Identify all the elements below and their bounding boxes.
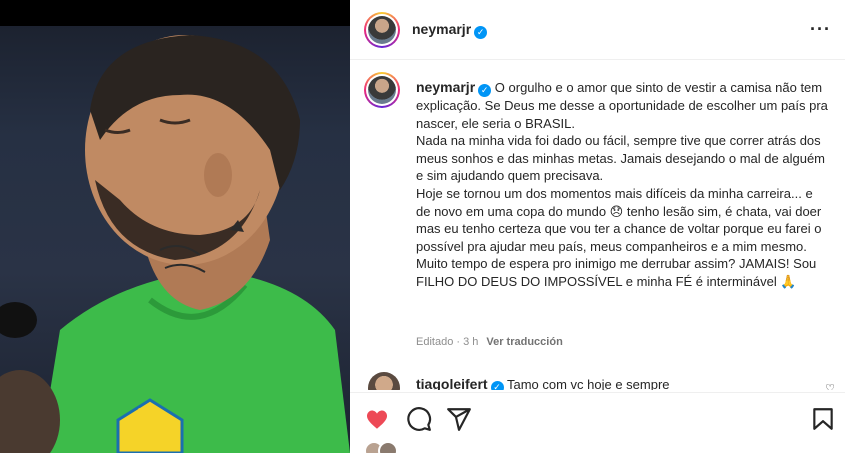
post-header: neymarjr ✓ ··· bbox=[350, 0, 845, 60]
player-illustration bbox=[0, 35, 350, 453]
verified-badge-icon: ✓ bbox=[474, 26, 488, 39]
caption-paragraph-2: Nada na minha vida foi dado ou fácil, se… bbox=[416, 133, 825, 184]
author-name-row: neymarjr ✓ bbox=[412, 21, 488, 39]
caption-author-avatar[interactable] bbox=[364, 72, 400, 108]
see-translation-link[interactable]: Ver traducción bbox=[486, 336, 562, 348]
caption-text: neymarjr ✓ O orgulho e o amor que sinto d… bbox=[416, 79, 828, 291]
comment-avatar[interactable] bbox=[368, 372, 400, 390]
post-caption: neymarjr ✓ O orgulho e o amor que sinto d… bbox=[350, 60, 845, 360]
comment-icon[interactable] bbox=[406, 406, 432, 432]
heart-icon[interactable] bbox=[364, 406, 390, 432]
post-photo[interactable] bbox=[0, 0, 350, 453]
author-avatar[interactable] bbox=[364, 12, 400, 48]
liker-avatar bbox=[378, 441, 398, 453]
caption-username[interactable]: neymarjr bbox=[416, 79, 475, 95]
caption-meta: Editado · 3 h Ver traducción bbox=[416, 336, 563, 348]
edited-timestamp: Editado · 3 h bbox=[416, 336, 479, 348]
caption-paragraph-4: Muito tempo de espera pro inimigo me der… bbox=[416, 256, 817, 289]
comment-username[interactable]: tiagoleifert bbox=[416, 376, 488, 390]
verified-badge-icon: ✓ bbox=[478, 84, 492, 97]
caption-paragraph-1: neymarjr ✓ O orgulho e o amor que sinto d… bbox=[416, 79, 828, 131]
caption-paragraph-3: Hoje se tornou um dos momentos mais difí… bbox=[416, 185, 822, 254]
bookmark-icon[interactable] bbox=[810, 406, 836, 432]
share-icon[interactable] bbox=[446, 406, 472, 432]
more-options-icon[interactable]: ··· bbox=[810, 19, 831, 40]
comment-text: Tamo com vc hoje e sempre bbox=[506, 377, 670, 390]
comment-item: tiagoleifert ✓ Tamo com vc hoje e sempre … bbox=[350, 368, 845, 390]
author-username[interactable]: neymarjr bbox=[412, 21, 471, 37]
action-bar bbox=[350, 392, 845, 453]
post-details-panel: neymarjr ✓ ··· neymarjr ✓ O orgulho e o am… bbox=[350, 0, 845, 453]
comment-like-icon[interactable]: ♡ bbox=[825, 382, 835, 390]
comment-body: tiagoleifert ✓ Tamo com vc hoje e sempre bbox=[416, 376, 670, 390]
verified-badge-icon: ✓ bbox=[490, 381, 504, 390]
